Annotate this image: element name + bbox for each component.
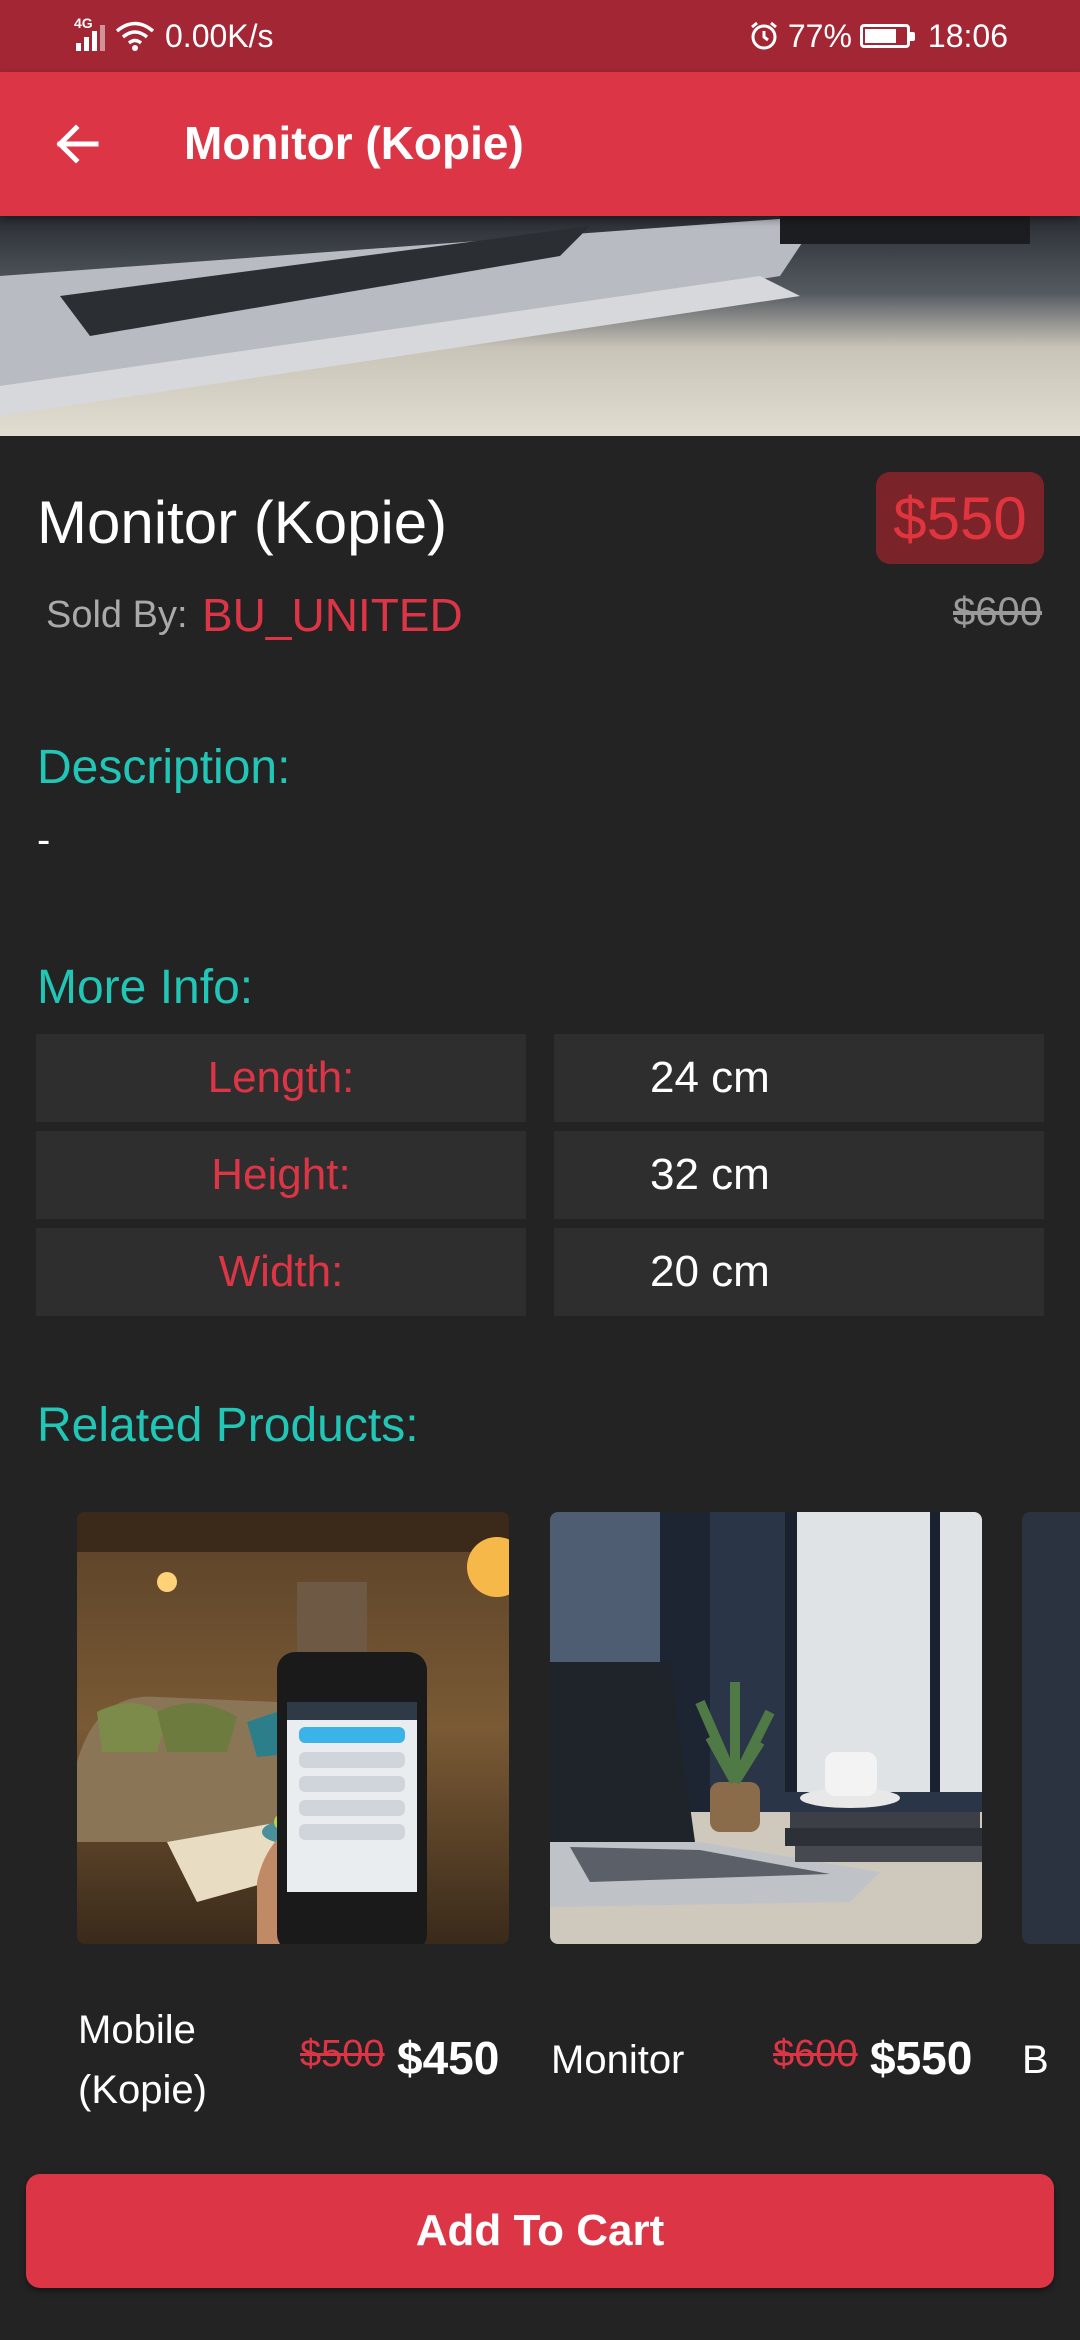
related-product-price: $450 bbox=[397, 2032, 500, 2084]
related-product-name: Mobile (Kopie) bbox=[78, 2008, 207, 2112]
info-value: 24 cm bbox=[554, 1034, 1044, 1122]
related-product-image[interactable] bbox=[77, 1512, 509, 1944]
info-key: Width: bbox=[36, 1228, 526, 1316]
cellular-signal-icon: 4G bbox=[74, 15, 105, 51]
status-bar: 4G 0.00K/s 77% 18:06 bbox=[0, 0, 1080, 72]
add-to-cart-button[interactable]: Add To Cart bbox=[26, 2174, 1054, 2288]
status-right: 77% 18:06 bbox=[748, 0, 1008, 72]
info-key: Length: bbox=[36, 1034, 526, 1122]
related-product-old-price: $500 bbox=[300, 2033, 385, 2075]
info-key: Height: bbox=[36, 1131, 526, 1219]
old-price: $600 bbox=[953, 590, 1042, 634]
product-name: Monitor (Kopie) bbox=[37, 489, 448, 556]
description-text: - bbox=[37, 818, 51, 862]
related-product-price: $550 bbox=[870, 2032, 973, 2084]
related-product-old-price: $600 bbox=[773, 2033, 858, 2075]
battery-percent: 77% bbox=[787, 17, 852, 54]
price-badge: $550 bbox=[876, 472, 1044, 564]
laptop-window-photo bbox=[550, 1512, 982, 1944]
info-row: Height: 32 cm bbox=[36, 1131, 1044, 1219]
more-info-heading: More Info: bbox=[37, 961, 254, 1014]
related-product-image[interactable] bbox=[1022, 1512, 1080, 1944]
info-row: Width: 20 cm bbox=[36, 1228, 1044, 1316]
network-speed: 0.00K/s bbox=[165, 17, 274, 54]
related-products-heading: Related Products: bbox=[37, 1399, 419, 1452]
clock: 18:06 bbox=[927, 17, 1008, 54]
battery-icon bbox=[859, 24, 915, 48]
related-product-name: B bbox=[1022, 2038, 1049, 2082]
status-left: 4G 0.00K/s bbox=[74, 0, 274, 72]
info-value: 32 cm bbox=[554, 1131, 1044, 1219]
related-product-name: Monitor bbox=[551, 2038, 685, 2082]
network-type: 4G bbox=[74, 15, 93, 31]
laptop-photo bbox=[0, 216, 1080, 436]
wifi-icon bbox=[115, 21, 155, 51]
arrow-left-icon[interactable] bbox=[46, 112, 110, 176]
description-heading: Description: bbox=[37, 741, 291, 794]
living-room-phone-photo bbox=[77, 1512, 509, 1944]
sold-by-label: Sold By: bbox=[46, 594, 188, 636]
page-title: Monitor (Kopie) bbox=[184, 117, 524, 169]
seller-link[interactable]: BU_UNITED bbox=[202, 588, 463, 642]
app-bar: Monitor (Kopie) bbox=[0, 72, 1080, 216]
product-hero-image bbox=[0, 216, 1080, 436]
related-product-image[interactable] bbox=[550, 1512, 982, 1944]
info-row: Length: 24 cm bbox=[36, 1034, 1044, 1122]
alarm-icon bbox=[750, 21, 777, 50]
info-value: 20 cm bbox=[554, 1228, 1044, 1316]
